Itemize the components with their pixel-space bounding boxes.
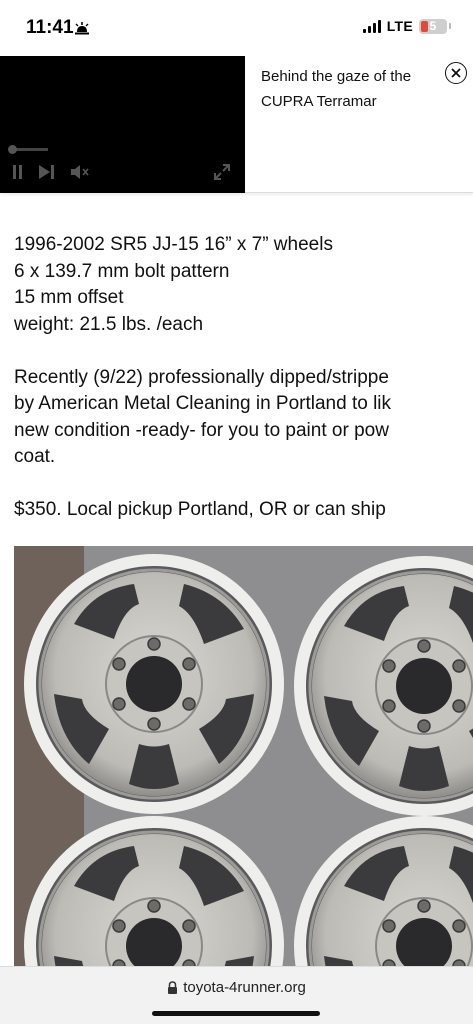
video-ad-banner[interactable]: Behind the gaze of the CUPRA Terramar (0, 56, 473, 193)
url-display[interactable]: toyota-4runner.org (0, 979, 473, 996)
status-bar: 11:41 LTE 5 (0, 0, 473, 56)
close-icon[interactable] (445, 62, 467, 84)
wheels-photo[interactable] (14, 546, 473, 966)
ad-headline[interactable]: Behind the gaze of the CUPRA Terramar (261, 64, 431, 114)
battery-level: 5 (429, 19, 437, 33)
battery-icon: 5 (419, 18, 447, 34)
ad-video-player[interactable] (0, 56, 245, 193)
signal-icon (362, 19, 381, 33)
description-line: by American Metal Cleaning in Portland t… (14, 393, 392, 414)
url-text: toyota-4runner.org (183, 979, 306, 996)
price-line: $350. Local pickup Portland, OR or can s… (14, 499, 386, 520)
spec-line: 6 x 139.7 mm bolt pattern (14, 260, 230, 282)
lock-icon (168, 981, 178, 994)
spec-line: 15 mm offset (14, 287, 124, 308)
alarm-icon (75, 22, 89, 35)
browser-url-bar[interactable]: toyota-4runner.org (0, 966, 473, 1024)
status-indicators: LTE 5 (362, 18, 451, 34)
spec-line: weight: 21.5 lbs. /each (14, 313, 204, 335)
spec-line: 1996-2002 SR5 JJ-15 16” x 7” wheels (14, 234, 333, 255)
ad-progress-handle[interactable] (8, 145, 17, 154)
expand-icon[interactable] (213, 163, 231, 181)
pause-icon[interactable] (12, 164, 24, 180)
mute-icon[interactable] (70, 164, 90, 180)
skip-icon[interactable] (38, 164, 56, 180)
wheels-image (14, 546, 473, 966)
description-line: new condition -ready- for you to paint o… (14, 419, 389, 441)
description-line: coat. (14, 446, 56, 467)
status-time: 11:41 (26, 17, 74, 38)
listing-body: 1996-2002 SR5 JJ-15 16” x 7” wheels 6 x … (14, 232, 473, 524)
home-indicator[interactable] (152, 1011, 320, 1016)
description-line: Recently (9/22) professionally dipped/st… (14, 366, 389, 388)
network-type: LTE (386, 18, 413, 34)
